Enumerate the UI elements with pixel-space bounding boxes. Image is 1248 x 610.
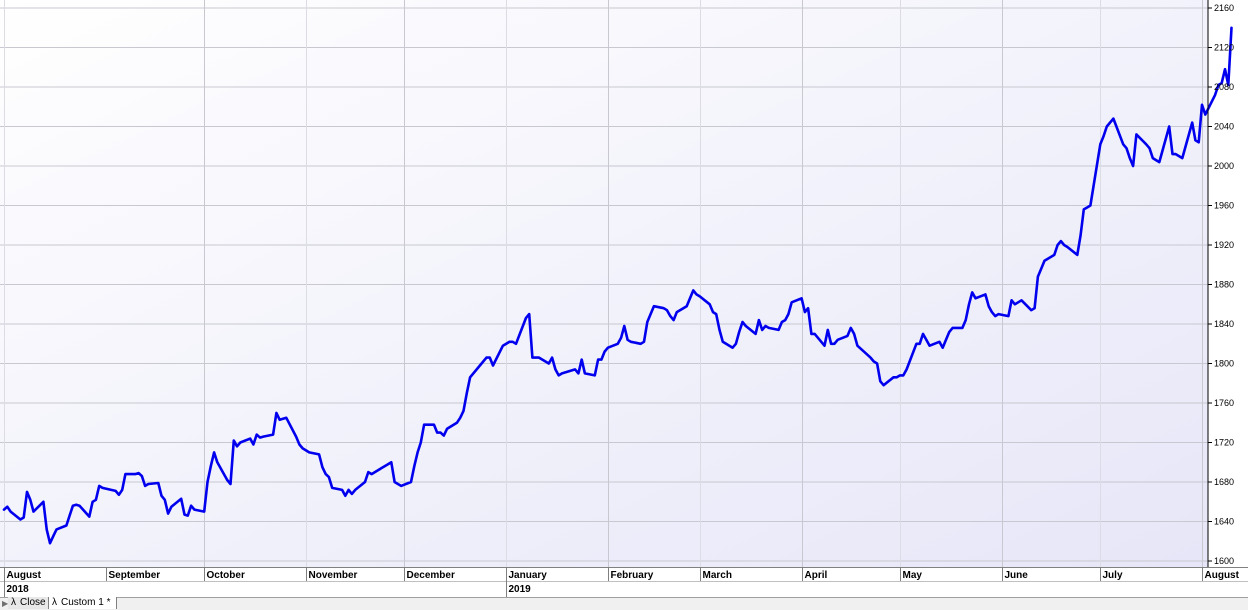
month-label: February [611,570,654,581]
sheet-tab-bar: ▶ λ Close λ Custom 1 * [0,597,1248,610]
month-label: September [109,570,161,581]
month-label: May [903,570,923,581]
tab-custom-label: Custom 1 * [61,597,111,608]
month-label: October [207,570,245,581]
month-label: December [407,570,455,581]
chart: 1600 1640 1680 1720 1760 1800 1840 1880 1920 1960… [0,0,1248,597]
y-tick-label: 2160 [1214,3,1234,13]
y-tick-label: 1920 [1214,240,1234,250]
month-label: August [7,570,42,581]
month-label: March [703,570,732,581]
y-tick-label: 2080 [1214,82,1234,92]
year-label: 2019 [509,584,532,595]
month-label: August [1205,570,1240,581]
tab-custom-1[interactable]: λ Custom 1 * [48,597,118,609]
tab-close[interactable]: λ Close [8,597,53,609]
tab-icon: λ [11,597,16,608]
y-tick-label: 1760 [1214,398,1234,408]
y-tick-label: 2120 [1214,43,1234,53]
month-label: July [1103,570,1123,581]
y-axis: 1600 1640 1680 1720 1760 1800 1840 1880 1920 1960… [1207,0,1234,567]
month-label: June [1005,570,1029,581]
y-tick-label: 1640 [1214,517,1234,527]
y-tick-label: 1960 [1214,201,1234,211]
year-label: 2018 [7,584,30,595]
month-label: April [805,570,828,581]
y-tick-label: 1840 [1214,319,1234,329]
month-label: November [309,570,358,581]
y-tick-label: 2040 [1214,122,1234,132]
tab-icon: λ [52,597,57,608]
y-tick-label: 1680 [1214,477,1234,487]
month-label: January [509,570,548,581]
y-tick-label: 1880 [1214,280,1234,290]
y-tick-label: 2000 [1214,161,1234,171]
tab-close-label: Close [20,597,46,608]
y-tick-label: 1800 [1214,359,1234,369]
x-axis: August September October November December Ja… [0,567,1248,597]
y-tick-label: 1600 [1214,556,1234,566]
y-tick-label: 1720 [1214,438,1234,448]
